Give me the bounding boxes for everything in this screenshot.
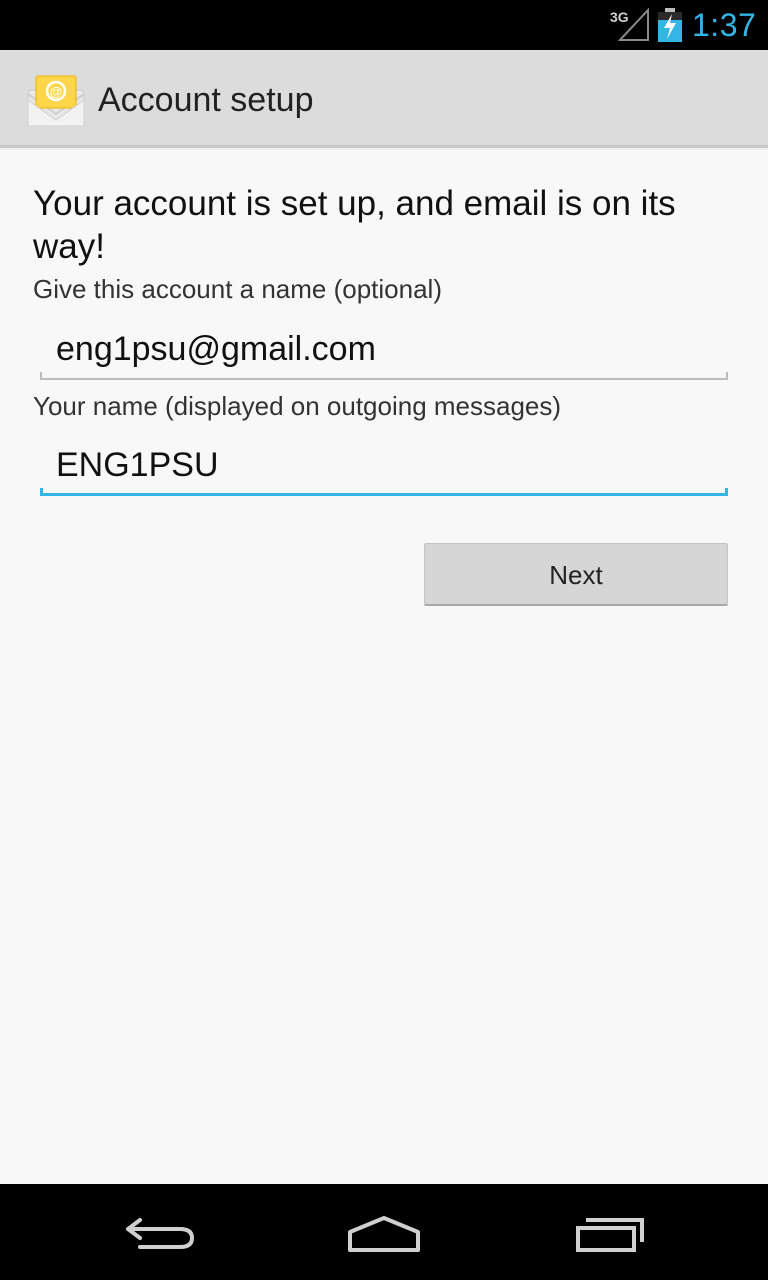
- input-underline-tick: [725, 488, 728, 496]
- your-name-value: ENG1PSU: [56, 446, 219, 484]
- signal-3g-icon: 3G: [610, 7, 649, 41]
- account-name-value: eng1psu@gmail.com: [56, 330, 376, 368]
- setup-complete-headline: Your account is set up, and email is on …: [33, 184, 676, 266]
- navigation-bar: [0, 1184, 768, 1280]
- your-name-label: Your name (displayed on outgoing message…: [33, 391, 562, 421]
- back-icon[interactable]: [120, 1212, 200, 1254]
- your-name-input[interactable]: ENG1PSU: [40, 438, 728, 496]
- recent-apps-icon[interactable]: [572, 1210, 652, 1254]
- action-bar: @ Account setup: [0, 50, 768, 148]
- home-icon[interactable]: [344, 1210, 424, 1254]
- input-underline: [40, 378, 728, 380]
- account-name-label: Give this account a name (optional): [33, 274, 442, 304]
- action-bar-title: Account setup: [98, 81, 314, 119]
- account-name-input[interactable]: eng1psu@gmail.com: [40, 322, 728, 380]
- battery-charging-icon: [658, 8, 682, 42]
- status-bar: 3G 1:37: [0, 0, 768, 50]
- network-type-label: 3G: [610, 9, 629, 25]
- email-app-icon: @: [27, 75, 85, 127]
- input-underline-focused: [40, 493, 728, 496]
- input-underline-tick: [726, 372, 728, 380]
- svg-text:@: @: [50, 84, 63, 99]
- status-clock: 1:37: [692, 7, 757, 43]
- next-button[interactable]: Next: [424, 543, 728, 606]
